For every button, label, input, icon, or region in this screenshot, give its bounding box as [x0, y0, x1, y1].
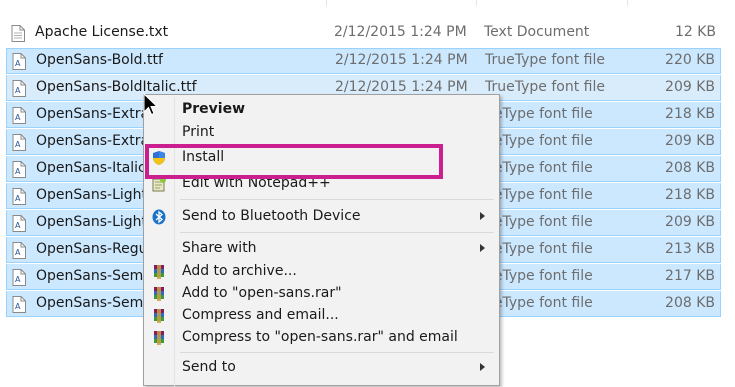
text-file-icon: [11, 25, 25, 42]
file-name: OpenSans-Light: [36, 214, 148, 230]
file-type: ueType font file: [485, 133, 593, 149]
file-row[interactable]: A OpenSans-Bold.ttf 2/12/2015 1:24 PM Tr…: [6, 48, 721, 74]
menu-item-label: Add to archive...: [182, 263, 297, 279]
file-name: OpenSans-Semil: [36, 295, 151, 311]
menu-item-label: Print: [182, 124, 215, 140]
file-size: 208 KB: [665, 160, 715, 176]
svg-text:A: A: [15, 113, 21, 122]
menu-item-label: Share with: [182, 240, 257, 256]
submenu-arrow-icon: [480, 212, 485, 220]
menu-item-label: Preview: [182, 101, 246, 117]
file-name: OpenSans-Italic.: [36, 160, 151, 176]
file-name: OpenSans-Extra: [36, 133, 150, 149]
file-size: 209 KB: [665, 79, 715, 95]
file-date: 2/12/2015 1:24 PM: [334, 24, 467, 40]
file-size: 217 KB: [665, 268, 715, 284]
menu-item-preview[interactable]: Preview: [146, 99, 497, 121]
menu-separator: [180, 232, 494, 233]
file-size: 208 KB: [665, 295, 715, 311]
file-name: OpenSans-Regu: [36, 241, 148, 257]
font-file-icon: A: [12, 161, 26, 178]
font-file-icon: A: [12, 215, 26, 232]
file-size: 209 KB: [665, 133, 715, 149]
context-menu: Preview Print Install Edit with Notepad+…: [143, 94, 500, 387]
winrar-icon: [154, 287, 164, 301]
file-name: OpenSans-Extra: [36, 106, 150, 122]
file-name: Apache License.txt: [35, 24, 169, 40]
svg-text:A: A: [15, 248, 21, 257]
font-file-icon: A: [12, 134, 26, 151]
svg-text:A: A: [15, 194, 21, 203]
file-name: OpenSans-Light.: [36, 187, 152, 203]
menu-item-send-to[interactable]: Send to: [146, 357, 497, 379]
file-type: ueType font file: [485, 295, 593, 311]
menu-separator: [180, 352, 494, 353]
svg-text:A: A: [15, 302, 21, 311]
file-type: ueType font file: [485, 160, 593, 176]
font-file-icon: A: [12, 296, 26, 313]
file-type: TrueType font file: [485, 52, 605, 68]
svg-text:A: A: [15, 275, 21, 284]
winrar-icon: [154, 265, 164, 279]
file-name: OpenSans-Semil: [36, 268, 151, 284]
menu-item-add-rar[interactable]: Add to "open-sans.rar": [146, 283, 497, 305]
file-name: OpenSans-BoldItalic.ttf: [36, 79, 197, 95]
menu-item-label: Send to: [182, 359, 236, 375]
svg-text:A: A: [15, 59, 21, 68]
bluetooth-icon: [152, 209, 166, 225]
menu-item-add-archive[interactable]: Add to archive...: [146, 261, 497, 283]
submenu-arrow-icon: [480, 244, 485, 252]
menu-item-share-with[interactable]: Share with: [146, 238, 497, 260]
winrar-icon: [154, 331, 164, 345]
file-type: ueType font file: [485, 241, 593, 257]
winrar-icon: [154, 309, 164, 323]
file-row[interactable]: Apache License.txt 2/12/2015 1:24 PM Tex…: [6, 21, 721, 47]
file-date: 2/12/2015 1:24 PM: [335, 79, 468, 95]
font-file-icon: A: [12, 269, 26, 286]
file-size: 220 KB: [665, 52, 715, 68]
menu-item-compress-email[interactable]: Compress and email...: [146, 305, 497, 327]
menu-item-compress-rar-email[interactable]: Compress to "open-sans.rar" and email: [146, 327, 497, 349]
file-type: TrueType font file: [485, 79, 605, 95]
font-file-icon: A: [12, 53, 26, 70]
file-size: 209 KB: [665, 214, 715, 230]
font-file-icon: A: [12, 188, 26, 205]
file-date: 2/12/2015 1:24 PM: [335, 52, 468, 68]
file-type: ueType font file: [485, 187, 593, 203]
svg-text:A: A: [15, 167, 21, 176]
svg-text:A: A: [15, 221, 21, 230]
file-type: Text Document: [484, 24, 590, 40]
file-size: 12 KB: [674, 24, 716, 40]
svg-text:A: A: [15, 140, 21, 149]
font-file-icon: A: [12, 80, 26, 97]
mouse-cursor-icon: [143, 93, 159, 116]
file-type: ueType font file: [485, 268, 593, 284]
svg-text:A: A: [15, 86, 21, 95]
submenu-arrow-icon: [480, 363, 485, 371]
file-size: 213 KB: [665, 241, 715, 257]
file-type: ueType font file: [485, 106, 593, 122]
font-file-icon: A: [12, 242, 26, 259]
file-name: OpenSans-Bold.ttf: [36, 52, 163, 68]
font-file-icon: A: [12, 107, 26, 124]
menu-item-label: Send to Bluetooth Device: [182, 208, 361, 224]
menu-item-label: Compress and email...: [182, 307, 339, 323]
file-type: ueType font file: [485, 214, 593, 230]
menu-item-print[interactable]: Print: [146, 122, 497, 144]
install-highlight-box: [145, 144, 443, 179]
menu-separator: [180, 199, 494, 200]
file-size: 218 KB: [665, 106, 715, 122]
menu-item-label: Compress to "open-sans.rar" and email: [182, 329, 458, 345]
menu-item-label: Add to "open-sans.rar": [182, 285, 342, 301]
file-size: 218 KB: [665, 187, 715, 203]
menu-item-bluetooth[interactable]: Send to Bluetooth Device: [146, 206, 497, 228]
